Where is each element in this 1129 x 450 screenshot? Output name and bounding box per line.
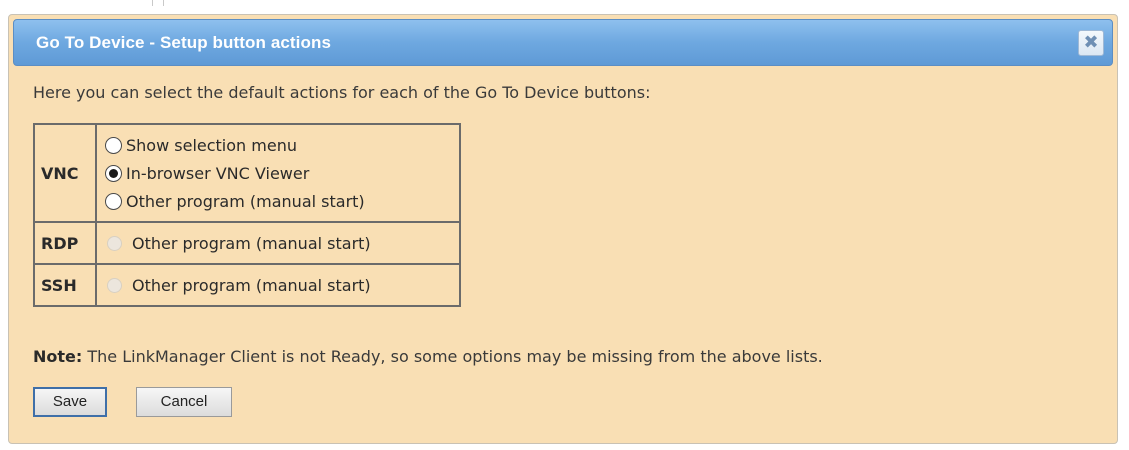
radio-button [107,235,122,251]
protocol-row-ssh: SSH Other program (manual start) [34,264,460,306]
protocol-actions-table: VNC Show selection menu In-browser VNC Vie… [33,123,461,307]
protocol-options: Other program (manual start) [96,222,460,264]
radio-option-label: In-browser VNC Viewer [126,163,310,183]
protocol-label: SSH [34,264,96,306]
page-background-strip [0,0,1129,14]
radio-button[interactable] [105,192,122,210]
radio-option: Other program (manual start) [105,271,455,299]
radio-option: Other program (manual start) [105,229,455,257]
radio-option-label: Other program (manual start) [132,233,371,253]
save-button[interactable]: Save [33,387,107,417]
dialog-titlebar[interactable]: Go To Device - Setup button actions ✖ [13,19,1113,66]
protocol-row-rdp: RDP Other program (manual start) [34,222,460,264]
radio-option-label: Other program (manual start) [126,191,365,211]
radio-option-label: Other program (manual start) [132,275,371,295]
background-divider [152,0,153,6]
protocol-row-vnc: VNC Show selection menu In-browser VNC Vie… [34,124,460,222]
protocol-label: VNC [34,124,96,222]
radio-button[interactable] [105,136,122,154]
dialog-title: Go To Device - Setup button actions [36,33,332,52]
note-text: The LinkManager Client is not Ready, so … [82,347,823,366]
cancel-button[interactable]: Cancel [136,387,232,417]
note-label: Note: [33,347,83,366]
protocol-options: Show selection menu In-browser VNC Viewer… [96,124,460,222]
protocol-label: RDP [34,222,96,264]
close-button[interactable]: ✖ [1078,30,1104,56]
radio-button[interactable] [105,164,122,182]
setup-dialog: Go To Device - Setup button actions ✖ He… [8,14,1118,444]
radio-button [107,277,122,293]
close-icon: ✖ [1083,32,1099,53]
radio-option-label: Show selection menu [126,135,297,155]
dialog-intro-text: Here you can select the default actions … [33,83,651,102]
background-divider [163,0,164,6]
radio-option[interactable]: Show selection menu [105,131,455,159]
radio-option[interactable]: Other program (manual start) [105,187,455,215]
protocol-options: Other program (manual start) [96,264,460,306]
status-note: Note: The LinkManager Client is not Read… [33,347,823,366]
radio-option[interactable]: In-browser VNC Viewer [105,159,455,187]
